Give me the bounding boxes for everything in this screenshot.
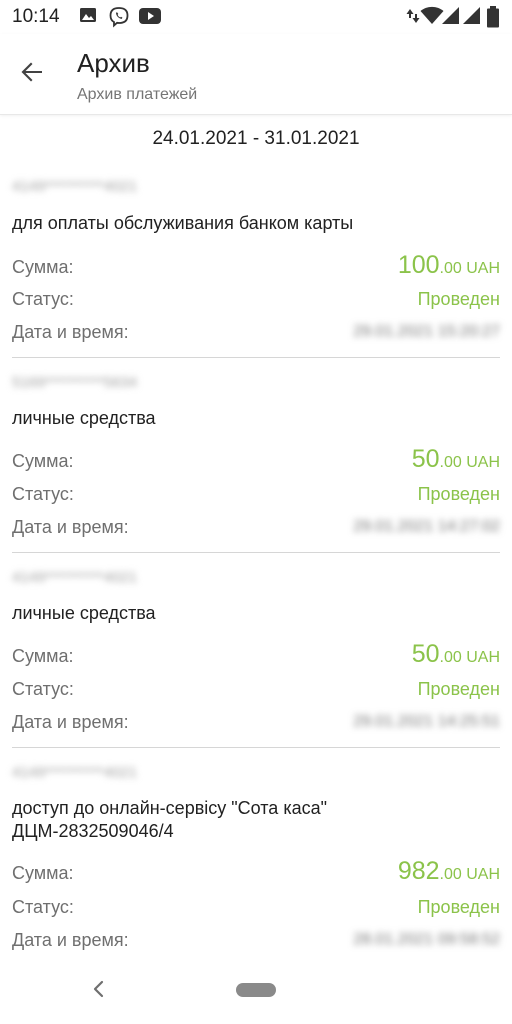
card-number: 4149**********4021 <box>12 178 138 195</box>
datetime-value: 29.01.2021 15:20:27 <box>353 323 500 340</box>
amount-fraction: .00 UAH <box>439 260 500 277</box>
payment-purpose: доступ до онлайн-сервiсу "Сота каса" ДЦМ… <box>12 798 327 841</box>
datetime-row: Дата и время: 29.01.2021 14:27:02 <box>12 517 500 541</box>
datetime-label: Дата и время: <box>12 322 129 342</box>
nav-back-button[interactable] <box>84 976 112 1006</box>
payment-amount: 50.00 UAH <box>412 640 500 669</box>
amount-fraction: .00 UAH <box>439 454 500 471</box>
payment-amount: 982.00 UAH <box>398 857 500 886</box>
status-row: Статус: Проведен <box>12 679 500 703</box>
status-value: Проведен <box>417 484 500 504</box>
datetime-row: Дата и время: 28.01.2021 09:58:52 <box>12 930 500 954</box>
datetime-label: Дата и время: <box>12 517 129 537</box>
datetime-row: Дата и время: 29.01.2021 14:25:51 <box>12 712 500 736</box>
datetime-value: 28.01.2021 09:58:52 <box>353 931 500 948</box>
page-title: Архив <box>77 48 150 78</box>
card-number: 4149**********4021 <box>12 569 138 586</box>
status-time: 10:14 <box>12 6 60 27</box>
amount-label: Сумма: <box>12 863 74 883</box>
status-value: Проведен <box>417 679 500 699</box>
back-button[interactable] <box>8 52 56 96</box>
amount-fraction: .00 UAH <box>439 649 500 666</box>
amount-integer: 100 <box>397 251 440 279</box>
card-number: 5169**********5634 <box>12 374 138 391</box>
amount-label: Сумма: <box>12 451 74 471</box>
amount-label: Сумма: <box>12 257 74 277</box>
amount-row: Сумма: 50.00 UAH <box>12 445 500 475</box>
status-row: Статус: Проведен <box>12 289 500 313</box>
amount-fraction: .00 UAH <box>439 866 500 883</box>
battery-icon <box>486 6 500 33</box>
status-value: Проведен <box>417 289 500 309</box>
datetime-value: 29.01.2021 14:25:51 <box>353 713 500 730</box>
amount-row: Сумма: 100.00 UAH <box>12 251 500 281</box>
amount-integer: 50 <box>411 640 440 668</box>
payment-purpose: для оплаты обслуживания банком карты <box>12 213 354 233</box>
nav-back-icon <box>91 979 105 1004</box>
status-row: Статус: Проведен <box>12 897 500 921</box>
datetime-label: Дата и время: <box>12 930 129 950</box>
signal-icon <box>462 6 482 31</box>
page-subtitle: Архив платежей <box>77 86 198 103</box>
amount-row: Сумма: 50.00 UAH <box>12 640 500 670</box>
datetime-value: 29.01.2021 14:27:02 <box>353 518 500 535</box>
payment-amount: 50.00 UAH <box>412 445 500 474</box>
divider <box>12 357 500 358</box>
card-number: 4149**********4021 <box>12 764 138 781</box>
status-value: Проведен <box>417 897 500 917</box>
amount-integer: 50 <box>411 445 440 473</box>
status-bar: 10:14 <box>0 0 512 34</box>
gallery-icon <box>79 6 97 29</box>
amount-integer: 982 <box>397 857 440 885</box>
payment-amount: 100.00 UAH <box>398 251 500 280</box>
home-pill-icon[interactable] <box>236 983 276 997</box>
datetime-row: Дата и время: 29.01.2021 15:20:27 <box>12 322 500 346</box>
status-label: Статус: <box>12 897 74 917</box>
payment-purpose: личные средства <box>12 408 156 428</box>
payment-purpose: личные средства <box>12 603 156 623</box>
viber-icon <box>108 6 130 33</box>
divider <box>12 552 500 553</box>
status-label: Статус: <box>12 289 74 309</box>
datetime-label: Дата и время: <box>12 712 129 732</box>
status-row: Статус: Проведен <box>12 484 500 508</box>
app-bar: Архив Архив платежей <box>0 34 512 115</box>
data-arrows-icon <box>406 6 420 31</box>
amount-row: Сумма: 982.00 UAH <box>12 857 500 887</box>
youtube-icon <box>138 6 162 31</box>
divider <box>12 747 500 748</box>
amount-label: Сумма: <box>12 646 74 666</box>
system-nav-bar <box>0 960 512 1024</box>
date-range: 24.01.2021 - 31.01.2021 <box>152 128 360 149</box>
signal-icon <box>441 6 461 31</box>
status-label: Статус: <box>12 484 74 504</box>
status-label: Статус: <box>12 679 74 699</box>
arrow-back-icon <box>18 58 46 91</box>
